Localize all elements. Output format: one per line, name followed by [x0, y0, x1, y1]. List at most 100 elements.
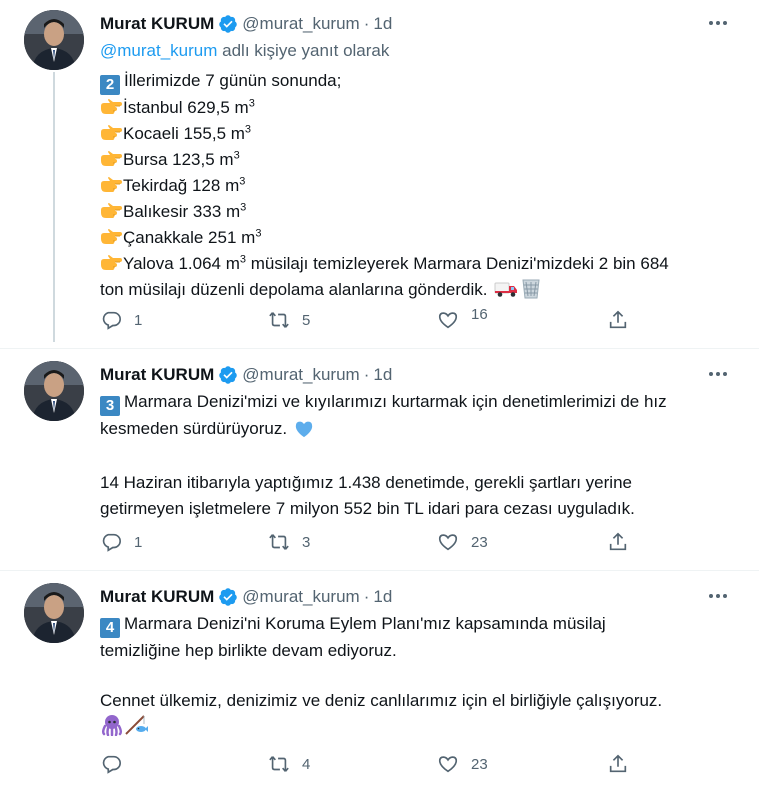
pointing-hand-icon: [100, 123, 122, 140]
list-item: Tekirdağ 128 m3: [100, 173, 740, 199]
timestamp[interactable]: 1d: [373, 587, 392, 607]
author-name[interactable]: Murat KURUM: [100, 14, 214, 34]
keycap-number: 2: [100, 75, 120, 95]
text-line-3: Cennet ülkemiz, denizimiz ve deniz canlı…: [100, 691, 663, 710]
list-item-text: İstanbul 629,5 m: [123, 98, 249, 117]
list-item: Balıkesir 333 m3: [100, 199, 740, 225]
list-item-text: Bursa 123,5 m: [123, 150, 234, 169]
like-icon: [438, 756, 458, 773]
verified-badge-icon: [218, 14, 238, 34]
superscript: 3: [233, 149, 240, 162]
avatar[interactable]: [24, 10, 84, 70]
reply-count: 1: [134, 533, 143, 551]
timestamp[interactable]: 1d: [373, 14, 392, 34]
share-button[interactable]: [607, 752, 641, 776]
like-count: 23: [471, 755, 488, 773]
pointing-hand-icon: [100, 201, 122, 218]
list-item: İstanbul 629,5 m3: [100, 95, 740, 121]
reply-button[interactable]: [100, 752, 134, 776]
closing-text: ton müsilajı düzenli depolama alanlarına…: [100, 280, 488, 299]
octopus-icon: [100, 714, 124, 744]
avatar[interactable]: [24, 361, 84, 421]
fishing-pole-and-fish-icon: [124, 714, 148, 744]
superscript: 3: [255, 227, 262, 240]
tweet-1[interactable]: Murat KURUM @murat_kurum · 1d @murat_kur…: [0, 0, 759, 349]
avatar[interactable]: [24, 583, 84, 643]
author-name[interactable]: Murat KURUM: [100, 587, 214, 607]
more-icon[interactable]: [705, 585, 731, 607]
tweet-3[interactable]: Murat KURUM @murat_kurum · 1d 4 Marmara D…: [0, 571, 759, 793]
retweet-button[interactable]: 4: [268, 752, 310, 776]
more-icon[interactable]: [705, 363, 731, 385]
list-item: Çanakkale 251 m3: [100, 225, 740, 251]
list-item-text: Tekirdağ 128 m: [123, 176, 240, 195]
pointing-hand-icon: [100, 253, 122, 270]
like-icon: [438, 534, 458, 551]
text-line-3: 14 Haziran itibarıyla yaptığımız 1.438 d…: [100, 473, 632, 492]
author-name[interactable]: Murat KURUM: [100, 365, 214, 385]
list-item-text: Kocaeli 155,5 m: [123, 124, 245, 143]
list-item-text: Balıkesir 333 m: [123, 202, 241, 221]
list-item: Bursa 123,5 m3: [100, 147, 740, 173]
tweet-actions: 1 5 16: [100, 306, 641, 332]
author-handle[interactable]: @murat_kurum: [242, 365, 359, 385]
reply-icon: [102, 533, 121, 552]
list-item-text: Çanakkale 251 m: [123, 228, 256, 247]
reply-count: 1: [134, 311, 143, 329]
tweet-text: 4 Marmara Denizi'ni Koruma Eylem Planı'mı…: [100, 611, 740, 744]
tweet-2[interactable]: Murat KURUM @murat_kurum · 1d 3 Marmara D…: [0, 349, 759, 571]
pointing-hand-icon: [100, 149, 122, 166]
retweet-count: 5: [302, 311, 311, 329]
reply-button[interactable]: 1: [100, 308, 142, 332]
separator-dot: ·: [363, 365, 370, 384]
like-count: 23: [471, 533, 488, 551]
superscript: 3: [239, 175, 246, 188]
reply-mention-link[interactable]: @murat_kurum: [100, 41, 217, 60]
share-icon: [609, 754, 627, 773]
verified-badge-icon: [218, 365, 238, 385]
text-line-2: kesmeden sürdürüyoruz.: [100, 419, 288, 438]
share-button[interactable]: [607, 308, 641, 332]
text-line-4: getirmeyen işletmelere 7 milyon 552 bin …: [100, 499, 635, 518]
reply-button[interactable]: 1: [100, 530, 142, 554]
share-icon: [609, 310, 627, 329]
pointing-hand-icon: [100, 97, 122, 114]
superscript: 3: [244, 123, 252, 136]
like-icon: [438, 312, 458, 329]
pointing-hand-icon: [100, 227, 122, 244]
reply-icon: [102, 755, 121, 774]
intro-text: İllerimizde 7 günün sonunda;: [124, 71, 342, 90]
author-handle[interactable]: @murat_kurum: [242, 587, 359, 607]
blue-heart-icon: [294, 420, 314, 446]
delivery-truck-icon: [494, 279, 518, 307]
keycap-number: 4: [100, 618, 120, 638]
like-button[interactable]: 23: [437, 752, 488, 776]
more-icon[interactable]: [705, 12, 731, 34]
timestamp[interactable]: 1d: [373, 365, 392, 385]
tweet-header: Murat KURUM @murat_kurum · 1d: [100, 363, 392, 387]
text-line-1: Marmara Denizi'mizi ve kıyılarımızı kurt…: [124, 392, 667, 411]
tweet-text: 3 Marmara Denizi'mizi ve kıyılarımızı kur…: [100, 389, 740, 522]
list-item: Kocaeli 155,5 m3: [100, 121, 740, 147]
retweet-button[interactable]: 3: [268, 530, 310, 554]
keycap-number: 3: [100, 396, 120, 416]
superscript: 3: [248, 97, 255, 110]
retweet-icon: [269, 756, 289, 772]
text-line-2: temizliğine hep birlikte devam ediyoruz.: [100, 641, 397, 660]
retweet-button[interactable]: 5: [268, 308, 310, 332]
tweet-actions: 4 23: [100, 752, 640, 776]
share-button[interactable]: [607, 530, 641, 554]
separator-dot: ·: [363, 587, 370, 606]
like-button[interactable]: 23: [437, 530, 488, 554]
tweet-actions: 1 3 23: [100, 530, 640, 554]
last-item-suffix: müsilajı temizleyerek Marmara Denizi'miz…: [246, 254, 669, 273]
pointing-hand-icon: [100, 175, 122, 192]
like-button[interactable]: 16: [437, 306, 488, 332]
tweet-header: Murat KURUM @murat_kurum · 1d: [100, 585, 392, 609]
author-handle[interactable]: @murat_kurum: [242, 14, 359, 34]
separator-dot: ·: [363, 14, 370, 33]
reply-icon: [102, 311, 121, 330]
reply-context: @murat_kurum adlı kişiye yanıt olarak: [100, 41, 389, 61]
verified-badge-icon: [218, 587, 238, 607]
last-item-text: Yalova 1.064 m: [123, 254, 240, 273]
